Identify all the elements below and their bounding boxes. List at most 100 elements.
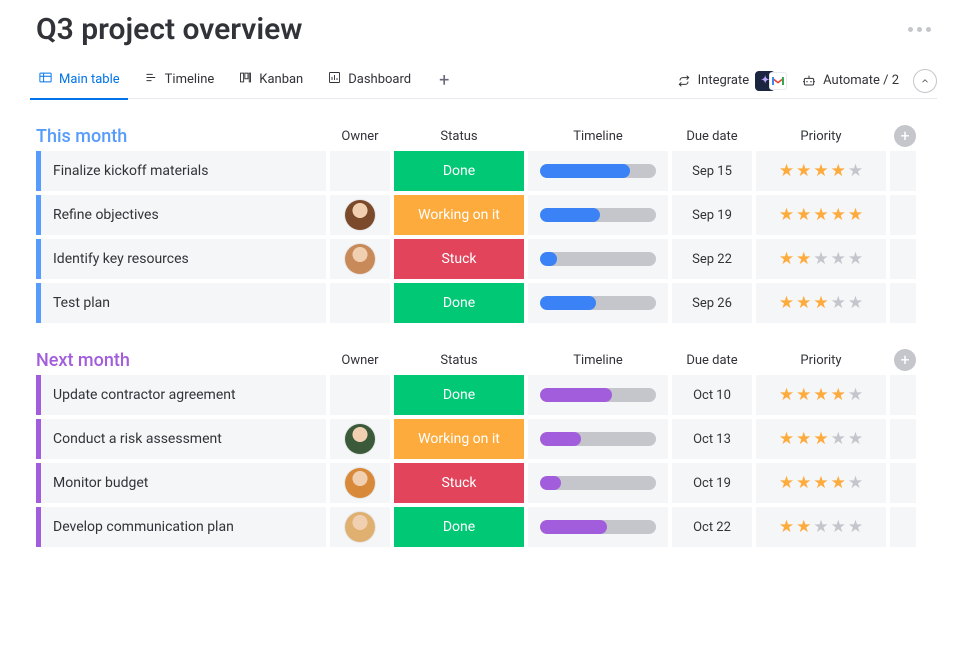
priority-cell[interactable]: ★★★★★ <box>756 375 886 415</box>
timeline-cell[interactable] <box>528 463 668 503</box>
timeline-cell[interactable] <box>528 507 668 547</box>
priority-cell[interactable]: ★★★★★ <box>756 463 886 503</box>
star-icon: ★ <box>831 293 846 313</box>
timeline-cell[interactable] <box>528 419 668 459</box>
task-name-cell[interactable]: Test plan <box>36 283 326 323</box>
priority-cell[interactable]: ★★★★★ <box>756 151 886 191</box>
tabs-bar: Main table Timeline Kanban Dashboard + Integ… <box>36 63 937 99</box>
status-cell[interactable]: Done <box>394 507 524 547</box>
owner-cell[interactable] <box>330 507 390 547</box>
task-name-cell[interactable]: Refine objectives <box>36 195 326 235</box>
priority-cell[interactable]: ★★★★★ <box>756 507 886 547</box>
avatar[interactable] <box>345 244 375 274</box>
star-icon: ★ <box>779 293 794 313</box>
group-title[interactable]: Next month <box>36 350 326 371</box>
star-icon: ★ <box>831 385 846 405</box>
timeline-cell[interactable] <box>528 283 668 323</box>
task-name-cell[interactable]: Finalize kickoff materials <box>36 151 326 191</box>
owner-cell[interactable] <box>330 283 390 323</box>
star-icon: ★ <box>779 161 794 181</box>
table-row: Conduct a risk assessment Working on it Oc… <box>36 419 937 459</box>
status-cell[interactable]: Stuck <box>394 239 524 279</box>
task-name-cell[interactable]: Develop communication plan <box>36 507 326 547</box>
star-icon: ★ <box>813 205 828 225</box>
owner-cell[interactable] <box>330 195 390 235</box>
collapse-button[interactable] <box>913 69 937 93</box>
due-date-cell[interactable]: Oct 13 <box>672 419 752 459</box>
status-cell[interactable]: Done <box>394 151 524 191</box>
status-cell[interactable]: Working on it <box>394 419 524 459</box>
avatar[interactable] <box>345 424 375 454</box>
timeline-cell[interactable] <box>528 239 668 279</box>
due-date-cell[interactable]: Oct 19 <box>672 463 752 503</box>
due-date-cell[interactable]: Sep 15 <box>672 151 752 191</box>
column-header-status[interactable]: Status <box>394 129 524 144</box>
column-header-priority[interactable]: Priority <box>756 353 886 368</box>
column-header-timeline[interactable]: Timeline <box>528 353 668 368</box>
star-icon: ★ <box>848 473 863 493</box>
automate-button[interactable]: Automate / 2 <box>801 73 899 89</box>
star-icon: ★ <box>848 249 863 269</box>
star-icon: ★ <box>848 293 863 313</box>
add-column-button[interactable]: + <box>894 349 916 371</box>
owner-cell[interactable] <box>330 463 390 503</box>
star-icon: ★ <box>813 249 828 269</box>
column-header-priority[interactable]: Priority <box>756 129 886 144</box>
priority-cell[interactable]: ★★★★★ <box>756 283 886 323</box>
avatar[interactable] <box>345 512 375 542</box>
tab-dashboard[interactable]: Dashboard <box>325 62 413 99</box>
table-row: Finalize kickoff materialsDoneSep 15★★★★… <box>36 151 937 191</box>
extra-cell <box>890 239 916 279</box>
owner-cell[interactable] <box>330 239 390 279</box>
timeline-cell[interactable] <box>528 195 668 235</box>
column-header-due-date[interactable]: Due date <box>672 129 752 144</box>
add-column-button[interactable]: + <box>894 125 916 147</box>
star-icon: ★ <box>848 161 863 181</box>
timeline-cell[interactable] <box>528 151 668 191</box>
star-icon: ★ <box>779 205 794 225</box>
due-date-cell[interactable]: Sep 19 <box>672 195 752 235</box>
status-cell[interactable]: Done <box>394 283 524 323</box>
more-menu-button[interactable] <box>902 21 937 38</box>
owner-cell[interactable] <box>330 375 390 415</box>
due-date-cell[interactable]: Sep 26 <box>672 283 752 323</box>
star-icon: ★ <box>848 385 863 405</box>
table-row: Refine objectivesWorking on itSep 19★★★★… <box>36 195 937 235</box>
status-cell[interactable]: Done <box>394 375 524 415</box>
avatar[interactable] <box>345 200 375 230</box>
column-header-due-date[interactable]: Due date <box>672 353 752 368</box>
priority-cell[interactable]: ★★★★★ <box>756 419 886 459</box>
status-cell[interactable]: Working on it <box>394 195 524 235</box>
timeline-icon <box>144 70 159 89</box>
task-name-cell[interactable]: Update contractor agreement <box>36 375 326 415</box>
star-icon: ★ <box>796 205 811 225</box>
table-row: Monitor budgetStuckOct 19★★★★★ <box>36 463 937 503</box>
column-header-timeline[interactable]: Timeline <box>528 129 668 144</box>
due-date-cell[interactable]: Oct 22 <box>672 507 752 547</box>
integrate-button[interactable]: Integrate ✦ <box>676 71 788 91</box>
priority-cell[interactable]: ★★★★★ <box>756 195 886 235</box>
tab-kanban[interactable]: Kanban <box>236 62 305 99</box>
add-view-button[interactable]: + <box>433 70 455 91</box>
group-title[interactable]: This month <box>36 126 326 147</box>
owner-cell[interactable] <box>330 151 390 191</box>
column-header-owner[interactable]: Owner <box>330 353 390 368</box>
task-name-cell[interactable]: Identify key resources <box>36 239 326 279</box>
timeline-cell[interactable] <box>528 375 668 415</box>
column-header-owner[interactable]: Owner <box>330 129 390 144</box>
priority-cell[interactable]: ★★★★★ <box>756 239 886 279</box>
tab-timeline[interactable]: Timeline <box>142 62 217 99</box>
due-date-cell[interactable]: Oct 10 <box>672 375 752 415</box>
tab-main-table[interactable]: Main table <box>36 62 122 99</box>
avatar[interactable] <box>345 468 375 498</box>
task-name-cell[interactable]: Conduct a risk assessment <box>36 419 326 459</box>
owner-cell[interactable] <box>330 419 390 459</box>
status-cell[interactable]: Stuck <box>394 463 524 503</box>
star-icon: ★ <box>779 473 794 493</box>
due-date-cell[interactable]: Sep 22 <box>672 239 752 279</box>
group-next-month: Next month Owner Status Timeline Due date Pri… <box>36 345 937 547</box>
star-icon: ★ <box>848 205 863 225</box>
task-name-cell[interactable]: Monitor budget <box>36 463 326 503</box>
column-header-status[interactable]: Status <box>394 353 524 368</box>
gmail-icon <box>769 72 787 90</box>
